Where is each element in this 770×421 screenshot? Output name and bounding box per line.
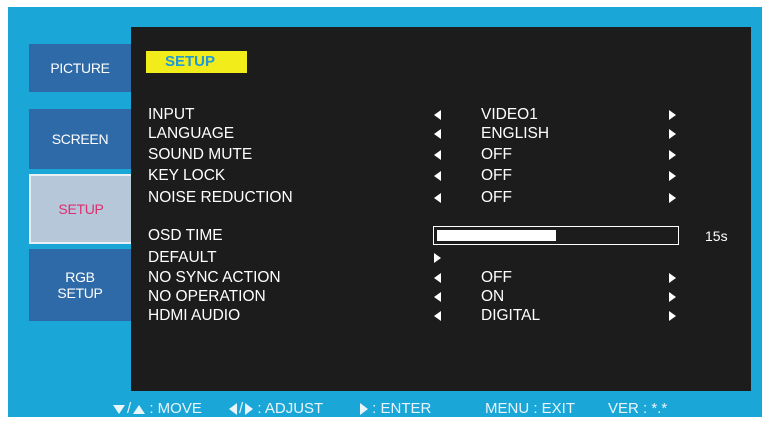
setting-value: VIDEO1: [481, 106, 538, 123]
setting-label: NO SYNC ACTION: [148, 269, 281, 286]
move-hint: / : MOVE: [113, 399, 202, 419]
setting-row-noise-reduction[interactable]: NOISE REDUCTION OFF: [0, 188, 770, 207]
arrow-right-icon[interactable]: [669, 150, 676, 160]
arrow-left-icon[interactable]: [434, 193, 441, 203]
setup-panel: [131, 27, 751, 391]
setting-label: SOUND MUTE: [148, 146, 253, 163]
arrow-right-icon[interactable]: [669, 273, 676, 283]
move-label: : MOVE: [149, 400, 202, 417]
setting-row-no-operation[interactable]: NO OPERATION ON: [0, 287, 770, 306]
setting-value: OFF: [481, 269, 512, 286]
setting-value: ON: [481, 288, 505, 305]
arrow-left-icon[interactable]: [434, 311, 441, 321]
setting-label: HDMI AUDIO: [148, 307, 241, 324]
setting-label: KEY LOCK: [148, 167, 226, 184]
setting-row-input[interactable]: INPUT VIDEO1: [0, 105, 770, 124]
setting-row-default[interactable]: DEFAULT: [0, 248, 770, 267]
adjust-label: : ADJUST: [257, 400, 324, 417]
setting-label: NOISE REDUCTION: [148, 189, 293, 206]
up-arrow-icon: [133, 404, 146, 414]
arrow-left-icon[interactable]: [434, 129, 441, 139]
key-guide-footer: / : MOVE / : ADJUST : ENTER MENU : EXIT …: [0, 399, 770, 419]
osd-time-value: 15s: [705, 228, 728, 244]
enter-hint: : ENTER: [360, 399, 431, 419]
adjust-hint: / : ADJUST: [229, 399, 323, 419]
setting-value: OFF: [481, 146, 512, 163]
setting-value: OFF: [481, 189, 512, 206]
setting-label: INPUT: [148, 106, 195, 123]
setting-value: ENGLISH: [481, 125, 550, 142]
arrow-right-icon[interactable]: [669, 292, 676, 302]
panel-title: SETUP: [146, 51, 247, 73]
setting-label: LANGUAGE: [148, 125, 235, 142]
arrow-left-icon[interactable]: [434, 150, 441, 160]
setting-value: DIGITAL: [481, 307, 541, 324]
arrow-right-icon[interactable]: [669, 129, 676, 139]
tab-picture[interactable]: PICTURE: [29, 44, 131, 92]
arrow-right-icon[interactable]: [669, 193, 676, 203]
arrow-left-icon[interactable]: [434, 171, 441, 181]
setting-label: NO OPERATION: [148, 288, 266, 305]
setting-label: DEFAULT: [148, 249, 217, 266]
enter-icon: [360, 403, 368, 416]
setting-value: OFF: [481, 167, 512, 184]
down-arrow-icon: [113, 404, 125, 414]
arrow-right-icon[interactable]: [669, 171, 676, 181]
enter-arrow-icon[interactable]: [434, 253, 441, 263]
arrow-left-icon[interactable]: [434, 273, 441, 283]
osd-time-slider[interactable]: [433, 226, 679, 245]
version-label: VER : *.*: [608, 400, 668, 417]
osd-time-slider-fill: [437, 230, 556, 241]
setting-label: OSD TIME: [148, 227, 223, 244]
setting-row-language[interactable]: LANGUAGE ENGLISH: [0, 124, 770, 143]
setting-row-key-lock[interactable]: KEY LOCK OFF: [0, 166, 770, 185]
exit-hint: MENU : EXIT: [485, 400, 576, 417]
arrow-left-icon[interactable]: [434, 110, 441, 120]
setting-row-hdmi-audio[interactable]: HDMI AUDIO DIGITAL: [0, 306, 770, 325]
arrow-right-icon[interactable]: [669, 311, 676, 321]
right-arrow-icon: [245, 403, 254, 416]
enter-label: : ENTER: [372, 400, 432, 417]
arrow-left-icon[interactable]: [434, 292, 441, 302]
setting-row-sound-mute[interactable]: SOUND MUTE OFF: [0, 145, 770, 164]
arrow-right-icon[interactable]: [669, 110, 676, 120]
setting-row-no-sync-action[interactable]: NO SYNC ACTION OFF: [0, 268, 770, 287]
left-arrow-icon: [229, 403, 237, 416]
